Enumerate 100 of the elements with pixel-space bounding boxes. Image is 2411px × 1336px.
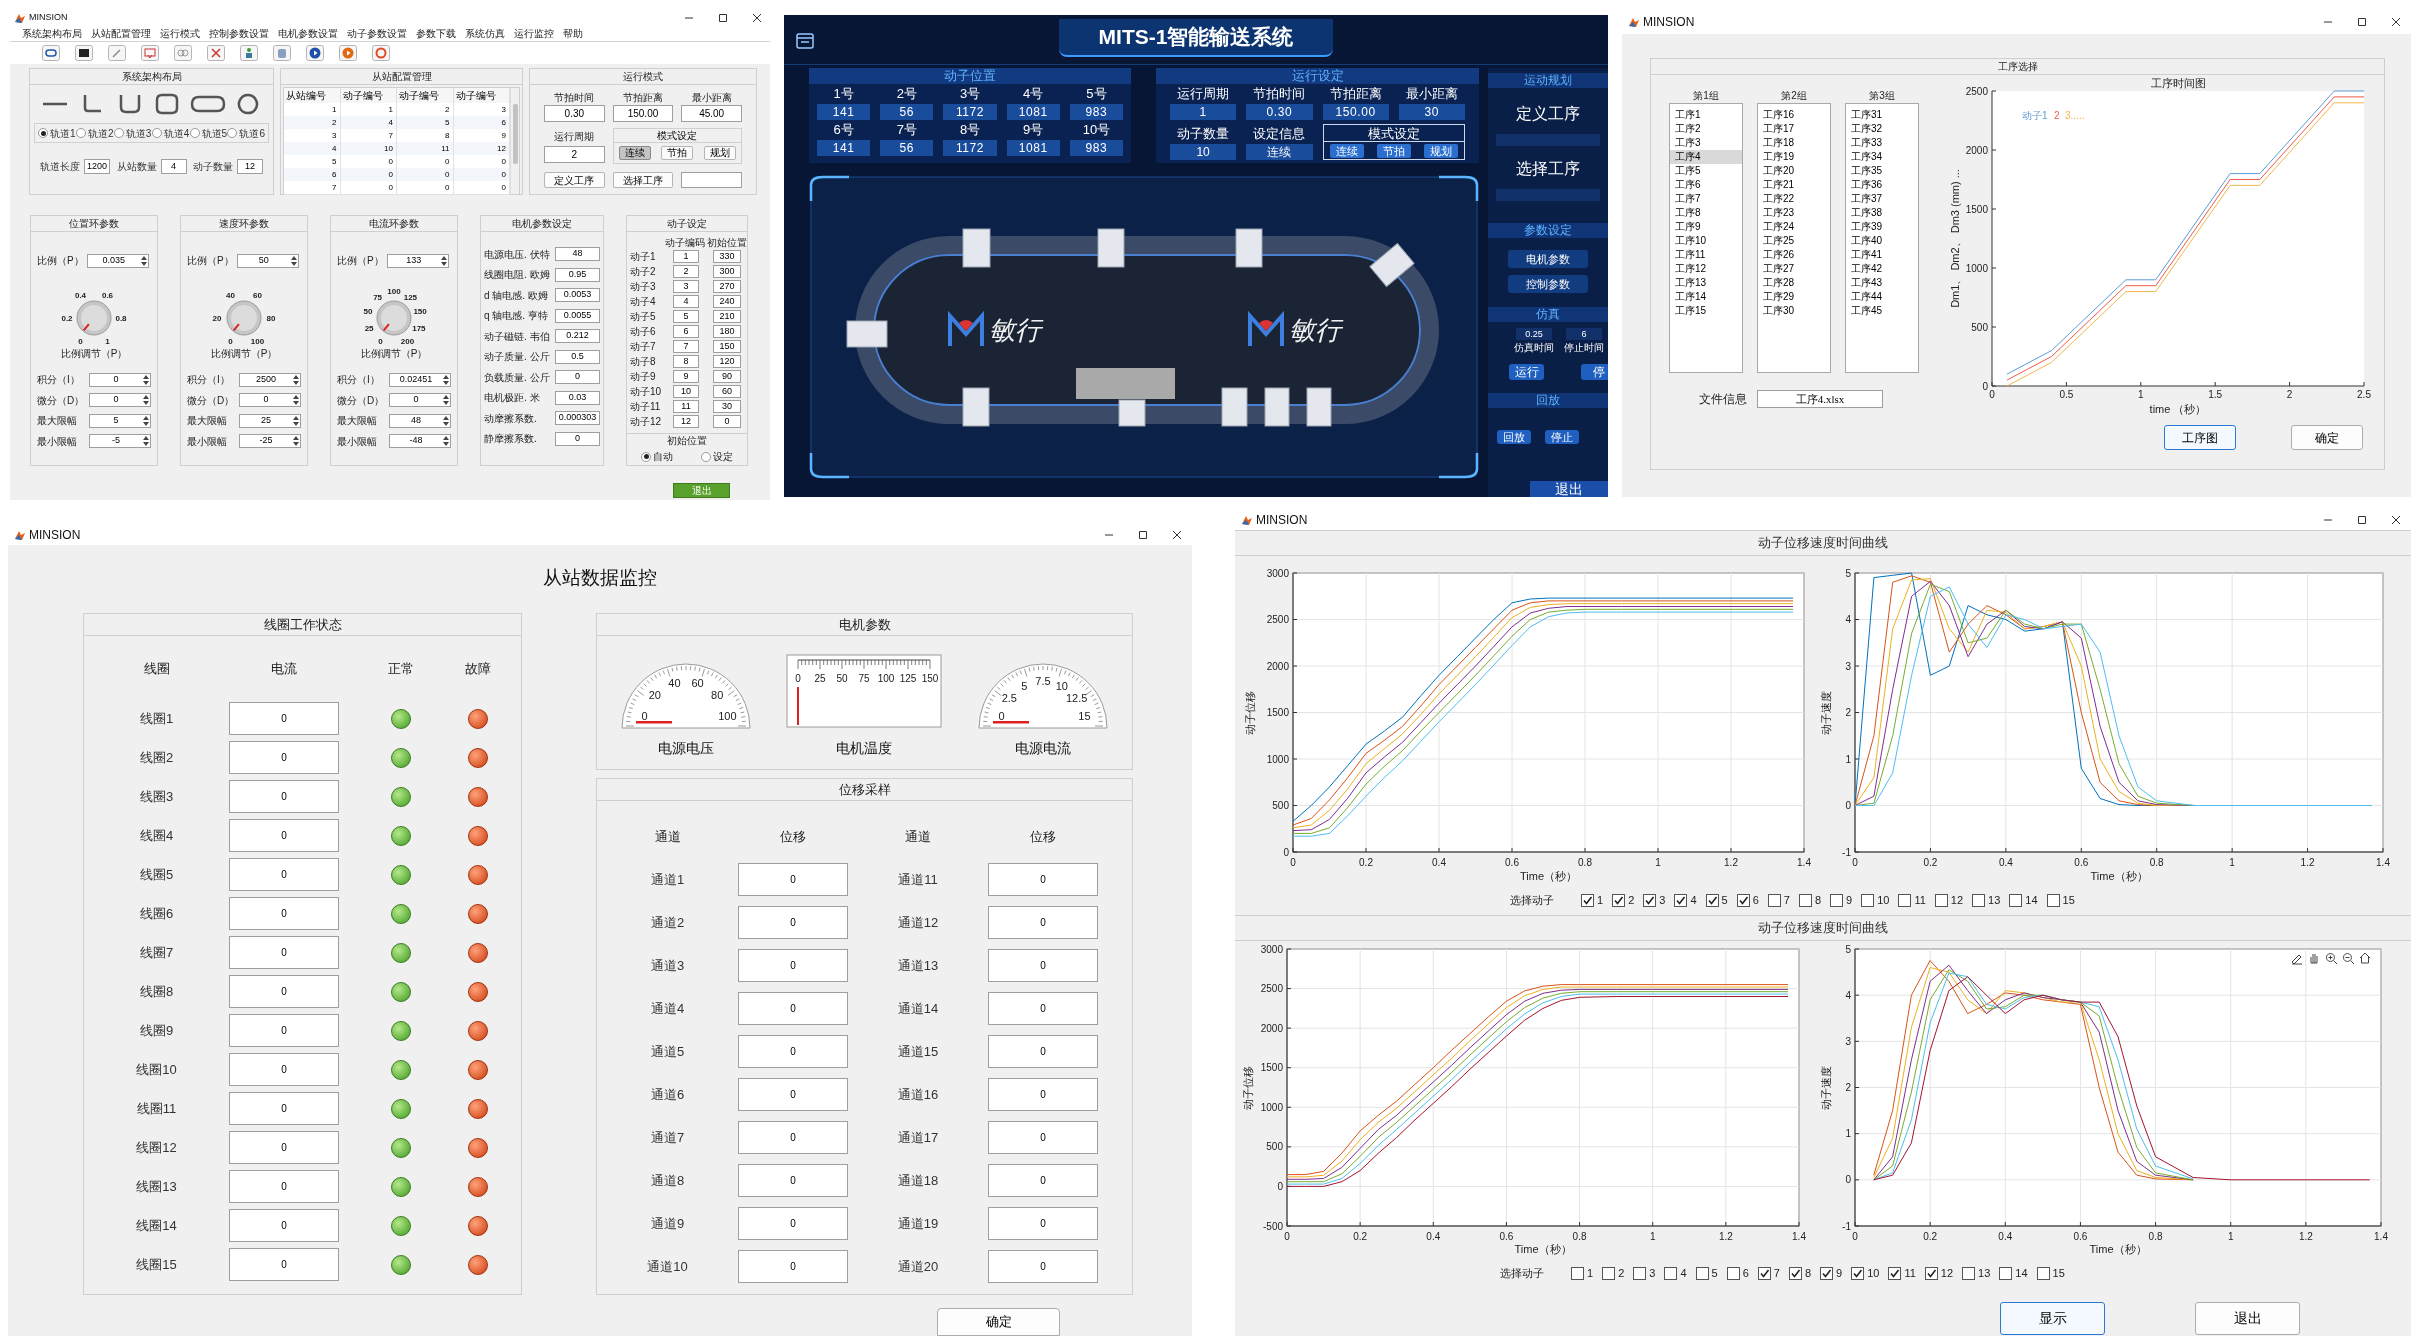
maximize-icon[interactable]: [2357, 515, 2367, 525]
input-field[interactable]: 0.5: [555, 349, 600, 364]
input-field[interactable]: 90: [713, 370, 741, 383]
menu-item[interactable]: 系统架构布局: [22, 26, 82, 41]
list-item[interactable]: 工序2: [1670, 122, 1742, 136]
export-icon[interactable]: [141, 45, 159, 61]
list-item[interactable]: 工序1: [1670, 108, 1742, 122]
spinner-arrows-icon[interactable]: [139, 254, 148, 267]
input-field[interactable]: 0.212: [555, 329, 600, 343]
checkbox[interactable]: [1851, 1266, 1865, 1280]
checkbox[interactable]: [1695, 1266, 1709, 1280]
list-item[interactable]: 工序32: [1846, 122, 1918, 136]
checkbox[interactable]: [1830, 893, 1843, 907]
checkbox[interactable]: [1571, 1266, 1584, 1280]
spin-field[interactable]: 5: [89, 413, 151, 428]
exit-button[interactable]: 退出: [1530, 481, 1608, 497]
menu-item[interactable]: 帮助: [563, 26, 583, 41]
input-field[interactable]: 0.30: [544, 105, 605, 122]
checkbox[interactable]: [1888, 1266, 1902, 1280]
checkbox[interactable]: [1736, 893, 1750, 907]
input-field[interactable]: 270: [713, 280, 741, 293]
person-icon[interactable]: [240, 45, 258, 61]
list-item[interactable]: 工序36: [1846, 178, 1918, 192]
input-field[interactable]: 0: [738, 1078, 848, 1111]
input-field[interactable]: 0.0053: [555, 288, 600, 302]
input-field[interactable]: 0: [229, 1131, 339, 1164]
menu-item[interactable]: 参数下载: [416, 26, 456, 41]
spinner-arrows-icon[interactable]: [292, 435, 300, 447]
list-item[interactable]: 工序45: [1846, 304, 1918, 318]
input-field[interactable]: 0: [229, 741, 339, 774]
action-button[interactable]: 停止: [1545, 430, 1579, 444]
input-field[interactable]: 300: [713, 265, 741, 278]
input-field[interactable]: 0: [713, 415, 741, 428]
home-icon[interactable]: [2359, 952, 2371, 964]
checkbox[interactable]: [1643, 893, 1657, 907]
input-field[interactable]: 0: [738, 1207, 848, 1240]
input-field[interactable]: 0: [738, 1164, 848, 1197]
checkbox[interactable]: [2009, 893, 2023, 907]
input-field[interactable]: 0: [988, 1035, 1098, 1068]
maximize-icon[interactable]: [718, 13, 728, 23]
input-field[interactable]: 0: [988, 992, 1098, 1025]
spinner-arrows-icon[interactable]: [142, 435, 150, 447]
input-field[interactable]: 45.00: [681, 105, 742, 122]
list-item[interactable]: 工序30: [1758, 304, 1830, 318]
checkbox[interactable]: [1972, 893, 1986, 907]
mode-button[interactable]: 规划: [1423, 143, 1458, 158]
menu-item[interactable]: 从站配置管理: [91, 26, 151, 41]
input-field[interactable]: 0: [738, 906, 848, 939]
menu-item[interactable]: 系统仿真: [465, 26, 505, 41]
list-item[interactable]: 工序11: [1670, 248, 1742, 262]
input-field[interactable]: 工序4.xlsx: [1757, 390, 1883, 408]
close-icon[interactable]: [752, 13, 762, 23]
list-box[interactable]: 工序1 工序2 工序3 工序4 工序5 工序6 工序7 工序8 工序9 工序10 工序11 工序12 工序13 工序14 工序15: [1669, 103, 1743, 373]
spinner-arrows-icon[interactable]: [292, 394, 300, 406]
spinner-arrows-icon[interactable]: [442, 394, 450, 406]
checkbox[interactable]: [1674, 893, 1688, 907]
checkbox[interactable]: [2036, 1266, 2050, 1280]
checkbox[interactable]: [1633, 1266, 1647, 1280]
list-item[interactable]: 工序6: [1670, 178, 1742, 192]
spin-field[interactable]: -48: [389, 434, 451, 448]
play-icon[interactable]: [306, 45, 324, 61]
checkbox[interactable]: [1726, 1266, 1740, 1280]
input-field[interactable]: 1: [673, 250, 699, 263]
scrollbar[interactable]: [510, 88, 519, 194]
input-field[interactable]: [1496, 189, 1600, 201]
list-item[interactable]: 工序8: [1670, 206, 1742, 220]
input-field[interactable]: 11: [673, 400, 699, 413]
close-icon[interactable]: [1172, 530, 1182, 540]
spin-field[interactable]: 0: [389, 393, 451, 407]
zoom-out-icon[interactable]: [2342, 953, 2355, 965]
input-field[interactable]: [681, 172, 742, 188]
action-button[interactable]: 运行: [1509, 364, 1544, 380]
input-field[interactable]: 240: [713, 295, 741, 308]
hand-icon[interactable]: [2310, 953, 2318, 964]
input-field[interactable]: 0: [229, 975, 339, 1008]
window-icon[interactable]: [796, 33, 814, 49]
list-box[interactable]: 工序31 工序32 工序33 工序34 工序35 工序36 工序37 工序38 工序39 工序40 工序41 工序42 工序43 工序44 工序45: [1845, 103, 1919, 373]
action-button[interactable]: 定义工序: [544, 172, 605, 188]
input-field[interactable]: 330: [713, 250, 741, 263]
spinner-arrows-icon[interactable]: [142, 414, 150, 427]
spin-field[interactable]: 0: [239, 393, 301, 407]
list-item[interactable]: 工序14: [1670, 290, 1742, 304]
list-item[interactable]: 工序38: [1846, 206, 1918, 220]
input-field[interactable]: 0: [988, 949, 1098, 982]
checkbox[interactable]: [1788, 1266, 1802, 1280]
input-field[interactable]: 150.00: [612, 105, 674, 122]
radio-button[interactable]: [151, 128, 162, 138]
list-item[interactable]: 工序5: [1670, 164, 1742, 178]
list-item[interactable]: 工序20: [1758, 164, 1830, 178]
list-item[interactable]: 工序12: [1670, 262, 1742, 276]
input-field[interactable]: 0.95: [555, 267, 600, 282]
spin-field[interactable]: -5: [89, 434, 151, 448]
zoom-in-icon[interactable]: [2325, 953, 2338, 965]
input-field[interactable]: 10: [673, 385, 699, 398]
input-field[interactable]: 5: [673, 310, 699, 323]
input-field[interactable]: 0: [988, 1207, 1098, 1240]
action-button[interactable]: 控制参数: [1508, 275, 1588, 293]
input-field[interactable]: 0.03: [555, 390, 600, 405]
spin-field[interactable]: 48: [389, 413, 451, 428]
run-icon[interactable]: [339, 45, 357, 61]
